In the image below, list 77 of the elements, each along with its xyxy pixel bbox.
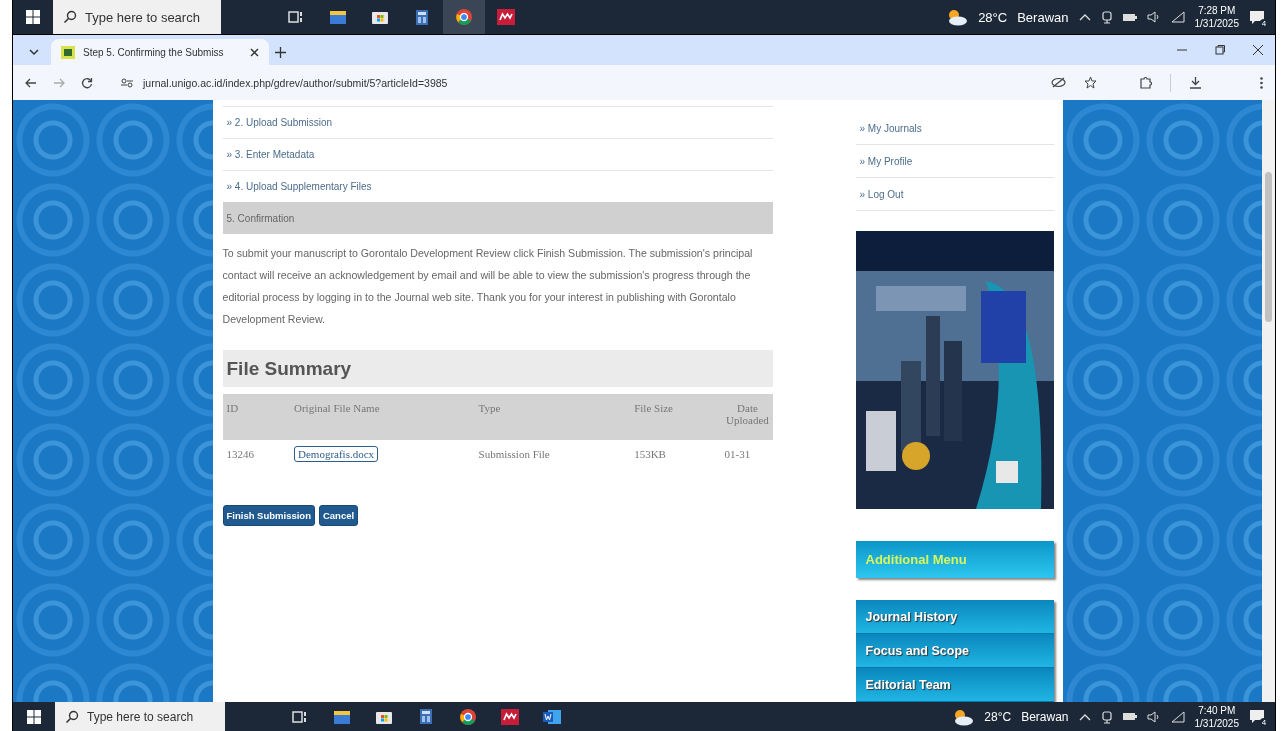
current-step: 5. Confirmation	[222, 202, 773, 234]
search-icon	[63, 10, 77, 24]
task-view-icon[interactable]	[288, 9, 304, 25]
notification-count: 4	[1259, 18, 1269, 29]
speaker-icon[interactable]	[1146, 11, 1161, 23]
calculator-icon[interactable]	[419, 708, 433, 725]
bookmark-star-icon[interactable]	[1084, 76, 1097, 89]
column-header: Original File Name	[290, 394, 475, 440]
clock-date: 1/31/2025	[1194, 716, 1239, 730]
close-tab-icon[interactable]	[250, 47, 259, 57]
back-icon[interactable]	[25, 77, 37, 88]
search-field[interactable]: Type here to search	[55, 702, 225, 731]
notification-count: 4	[1259, 718, 1269, 728]
table-cell: 13246	[222, 440, 290, 468]
network-icon[interactable]	[1170, 710, 1185, 723]
column-header: File Size	[630, 394, 721, 440]
meeting-icon[interactable]	[1100, 709, 1113, 724]
windows-logo-icon[interactable]	[27, 709, 41, 724]
calculator-icon[interactable]	[415, 8, 429, 26]
eye-hidden-icon[interactable]	[1051, 77, 1066, 88]
cancel-button[interactable]: Cancel	[318, 505, 359, 526]
site-settings-icon[interactable]	[121, 77, 133, 88]
column-header: Date Uploaded	[720, 394, 773, 440]
column-header: ID	[222, 394, 290, 440]
weather-text: Berawan	[1017, 9, 1069, 25]
reload-icon[interactable]	[81, 76, 93, 89]
notification-icon[interactable]	[1249, 709, 1265, 724]
shopping-bag-icon[interactable]	[371, 9, 389, 25]
sidebar-link[interactable]: » Log Out	[855, 178, 1054, 211]
column-header: Type	[474, 394, 631, 440]
table-cell: Submission File	[474, 440, 631, 468]
scrollbar[interactable]	[1262, 100, 1275, 702]
step-link[interactable]: » 2. Upload Submission	[222, 106, 773, 138]
step-link[interactable]: » 3. Enter Metadata	[222, 138, 773, 170]
file-link[interactable]: Demografis.docx	[294, 446, 379, 462]
site-logo-icon	[61, 45, 75, 59]
search-field[interactable]: Type here to search	[53, 0, 221, 34]
clock-date: 1/31/2025	[1194, 17, 1239, 30]
browser-tab[interactable]: Step 5. Confirming the Submiss	[51, 39, 269, 65]
sidebar-link[interactable]: » My Profile	[855, 145, 1054, 178]
speaker-icon[interactable]	[1146, 710, 1161, 723]
task-view-icon[interactable]	[292, 708, 308, 725]
sidebar-link[interactable]: » My Journals	[855, 112, 1054, 145]
menu-heading: Additional Menu	[855, 541, 1054, 578]
finish-button[interactable]: Finish Submission	[222, 505, 315, 526]
chevron-up-icon[interactable]	[1078, 712, 1091, 721]
confirmation-message: To submit your manuscript to Gorontalo Development Review click Finish Submission. The submission's principal contact will receive an acknowledgement by email and will be able to view the submission's progress through the editorial process by logging in to the Journal web site. Thank you for your interest in publishing with Gorontalo Development Review.	[222, 246, 754, 327]
weather-text: Berawan	[1021, 709, 1069, 724]
clock-time: 7:40 PM	[1198, 703, 1236, 717]
clock-time: 7:28 PM	[1198, 4, 1236, 17]
zigzag-app-icon[interactable]	[501, 708, 519, 725]
meeting-icon[interactable]	[1100, 10, 1113, 24]
folder-icon[interactable]	[329, 9, 347, 25]
search-icon	[65, 709, 79, 724]
weather-icon	[952, 707, 975, 726]
table-cell: 153KB	[630, 440, 721, 468]
browser-icon[interactable]	[455, 8, 473, 26]
restore-icon[interactable]	[1215, 45, 1225, 55]
battery-icon[interactable]	[1122, 712, 1137, 721]
network-icon[interactable]	[1170, 11, 1185, 23]
section-heading: File Summary	[222, 350, 773, 387]
download-icon[interactable]	[1189, 76, 1202, 89]
folder-icon[interactable]	[333, 708, 351, 725]
battery-icon[interactable]	[1122, 12, 1137, 22]
document-app-icon[interactable]	[542, 708, 562, 725]
notification-icon[interactable]	[1249, 9, 1265, 25]
browser-icon[interactable]	[459, 707, 477, 726]
new-tab-icon[interactable]	[275, 46, 286, 58]
close-icon[interactable]	[1253, 45, 1263, 55]
more-menu-icon[interactable]	[1260, 76, 1263, 89]
chevron-up-icon[interactable]	[1078, 13, 1091, 21]
temperature-text: 28°C	[984, 709, 1012, 724]
tab-list-icon[interactable]	[29, 48, 39, 56]
temperature-text: 28°C	[978, 9, 1008, 25]
extensions-icon[interactable]	[1139, 76, 1152, 89]
table-cell: 01-31	[720, 440, 773, 468]
weather-icon	[946, 8, 969, 26]
